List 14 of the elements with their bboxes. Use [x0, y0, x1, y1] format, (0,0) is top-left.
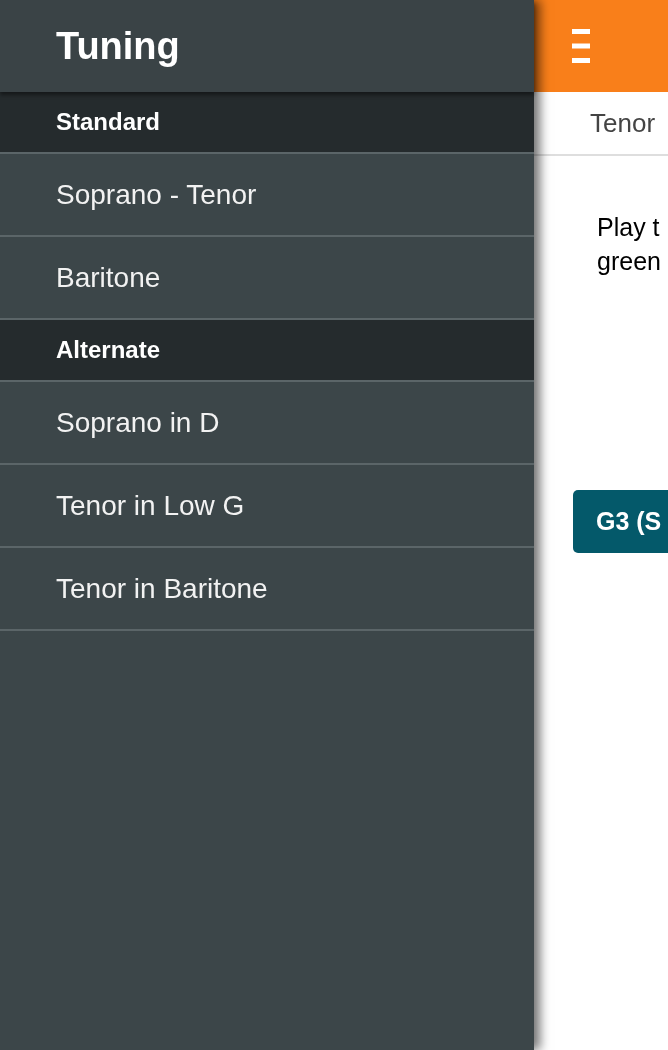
- tuning-list-item[interactable]: Soprano in D: [0, 382, 534, 465]
- tab[interactable]: Tenor: [590, 110, 656, 136]
- tuning-list-item[interactable]: Tenor in Low G: [0, 465, 534, 548]
- menu-button[interactable]: [572, 29, 590, 63]
- menu-icon: [572, 29, 590, 63]
- section-title: Alternate: [56, 338, 161, 362]
- note-button[interactable]: G3 (S: [573, 490, 668, 553]
- tuning-list-item[interactable]: Tenor in Baritone: [0, 548, 534, 631]
- section-title: Standard: [56, 110, 160, 134]
- instruction-text: Play t: [597, 212, 661, 243]
- drawer-title: Tuning: [56, 27, 180, 65]
- tuning-list-item[interactable]: Baritone: [0, 237, 534, 320]
- instruction-text: green: [597, 246, 662, 277]
- tuning-list-item[interactable]: Soprano - Tenor: [0, 154, 534, 237]
